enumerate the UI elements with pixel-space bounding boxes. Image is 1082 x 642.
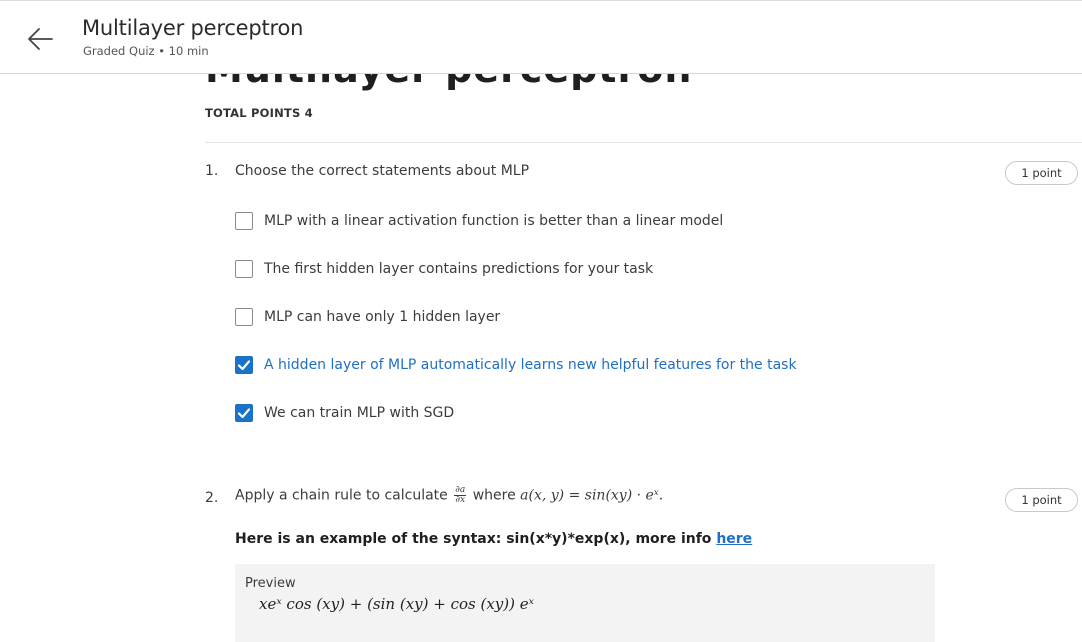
preview-math: xeˣ cos (xy) + (sin (xy) + cos (xy)) eˣ bbox=[259, 595, 534, 613]
option-3[interactable]: MLP can have only 1 hidden layer bbox=[235, 307, 500, 327]
quiz-subtitle: Graded Quiz • 10 min bbox=[83, 44, 209, 58]
option-2[interactable]: The first hidden layer contains predicti… bbox=[235, 259, 653, 279]
checkbox-checked[interactable] bbox=[235, 404, 253, 422]
partial-derivative: ∂a ∂x bbox=[454, 486, 467, 505]
arrow-left-icon bbox=[28, 28, 53, 50]
option-label: The first hidden layer contains predicti… bbox=[264, 261, 654, 277]
checkmark-icon bbox=[237, 360, 251, 371]
question-1-number: 1. bbox=[205, 163, 219, 179]
option-label: MLP with a linear activation function is… bbox=[264, 213, 724, 229]
option-label: MLP can have only 1 hidden layer bbox=[264, 309, 501, 325]
answer-preview: Preview xeˣ cos (xy) + (sin (xy) + cos (… bbox=[235, 564, 935, 642]
back-button[interactable] bbox=[22, 21, 58, 57]
syntax-hint: Here is an example of the syntax: sin(x*… bbox=[235, 531, 752, 547]
option-5[interactable]: We can train MLP with SGD bbox=[235, 403, 454, 423]
question-2-where: where bbox=[472, 487, 516, 504]
top-bar: Multilayer perceptron Graded Quiz • 10 m… bbox=[0, 0, 1082, 74]
total-points: TOTAL POINTS 4 bbox=[205, 106, 313, 120]
option-label: A hidden layer of MLP automatically lear… bbox=[264, 357, 797, 373]
preview-label: Preview bbox=[245, 576, 296, 591]
question-1-text: Choose the correct statements about MLP bbox=[235, 163, 530, 179]
quiz-title: Multilayer perceptron bbox=[82, 16, 304, 40]
question-2-formula: a(x, y) = sin(xy) · eˣ. bbox=[520, 487, 664, 504]
option-4[interactable]: A hidden layer of MLP automatically lear… bbox=[235, 355, 797, 375]
question-2-number: 2. bbox=[205, 490, 219, 506]
question-2-text: Apply a chain rule to calculate ∂a ∂x wh… bbox=[235, 486, 663, 505]
divider bbox=[205, 142, 1082, 143]
question-2-points-badge: 1 point bbox=[1005, 488, 1078, 512]
checkbox[interactable] bbox=[235, 212, 253, 230]
checkmark-icon bbox=[237, 408, 251, 419]
question-2-text-before: Apply a chain rule to calculate bbox=[235, 487, 448, 504]
checkbox-checked[interactable] bbox=[235, 356, 253, 374]
question-1-points-badge: 1 point bbox=[1005, 161, 1078, 185]
syntax-hint-text: Here is an example of the syntax: sin(x*… bbox=[235, 531, 712, 547]
option-label: We can train MLP with SGD bbox=[264, 405, 455, 421]
more-info-link[interactable]: here bbox=[716, 531, 752, 547]
checkbox[interactable] bbox=[235, 308, 253, 326]
option-1[interactable]: MLP with a linear activation function is… bbox=[235, 211, 723, 231]
fraction-denominator: ∂x bbox=[455, 495, 466, 505]
checkbox[interactable] bbox=[235, 260, 253, 278]
